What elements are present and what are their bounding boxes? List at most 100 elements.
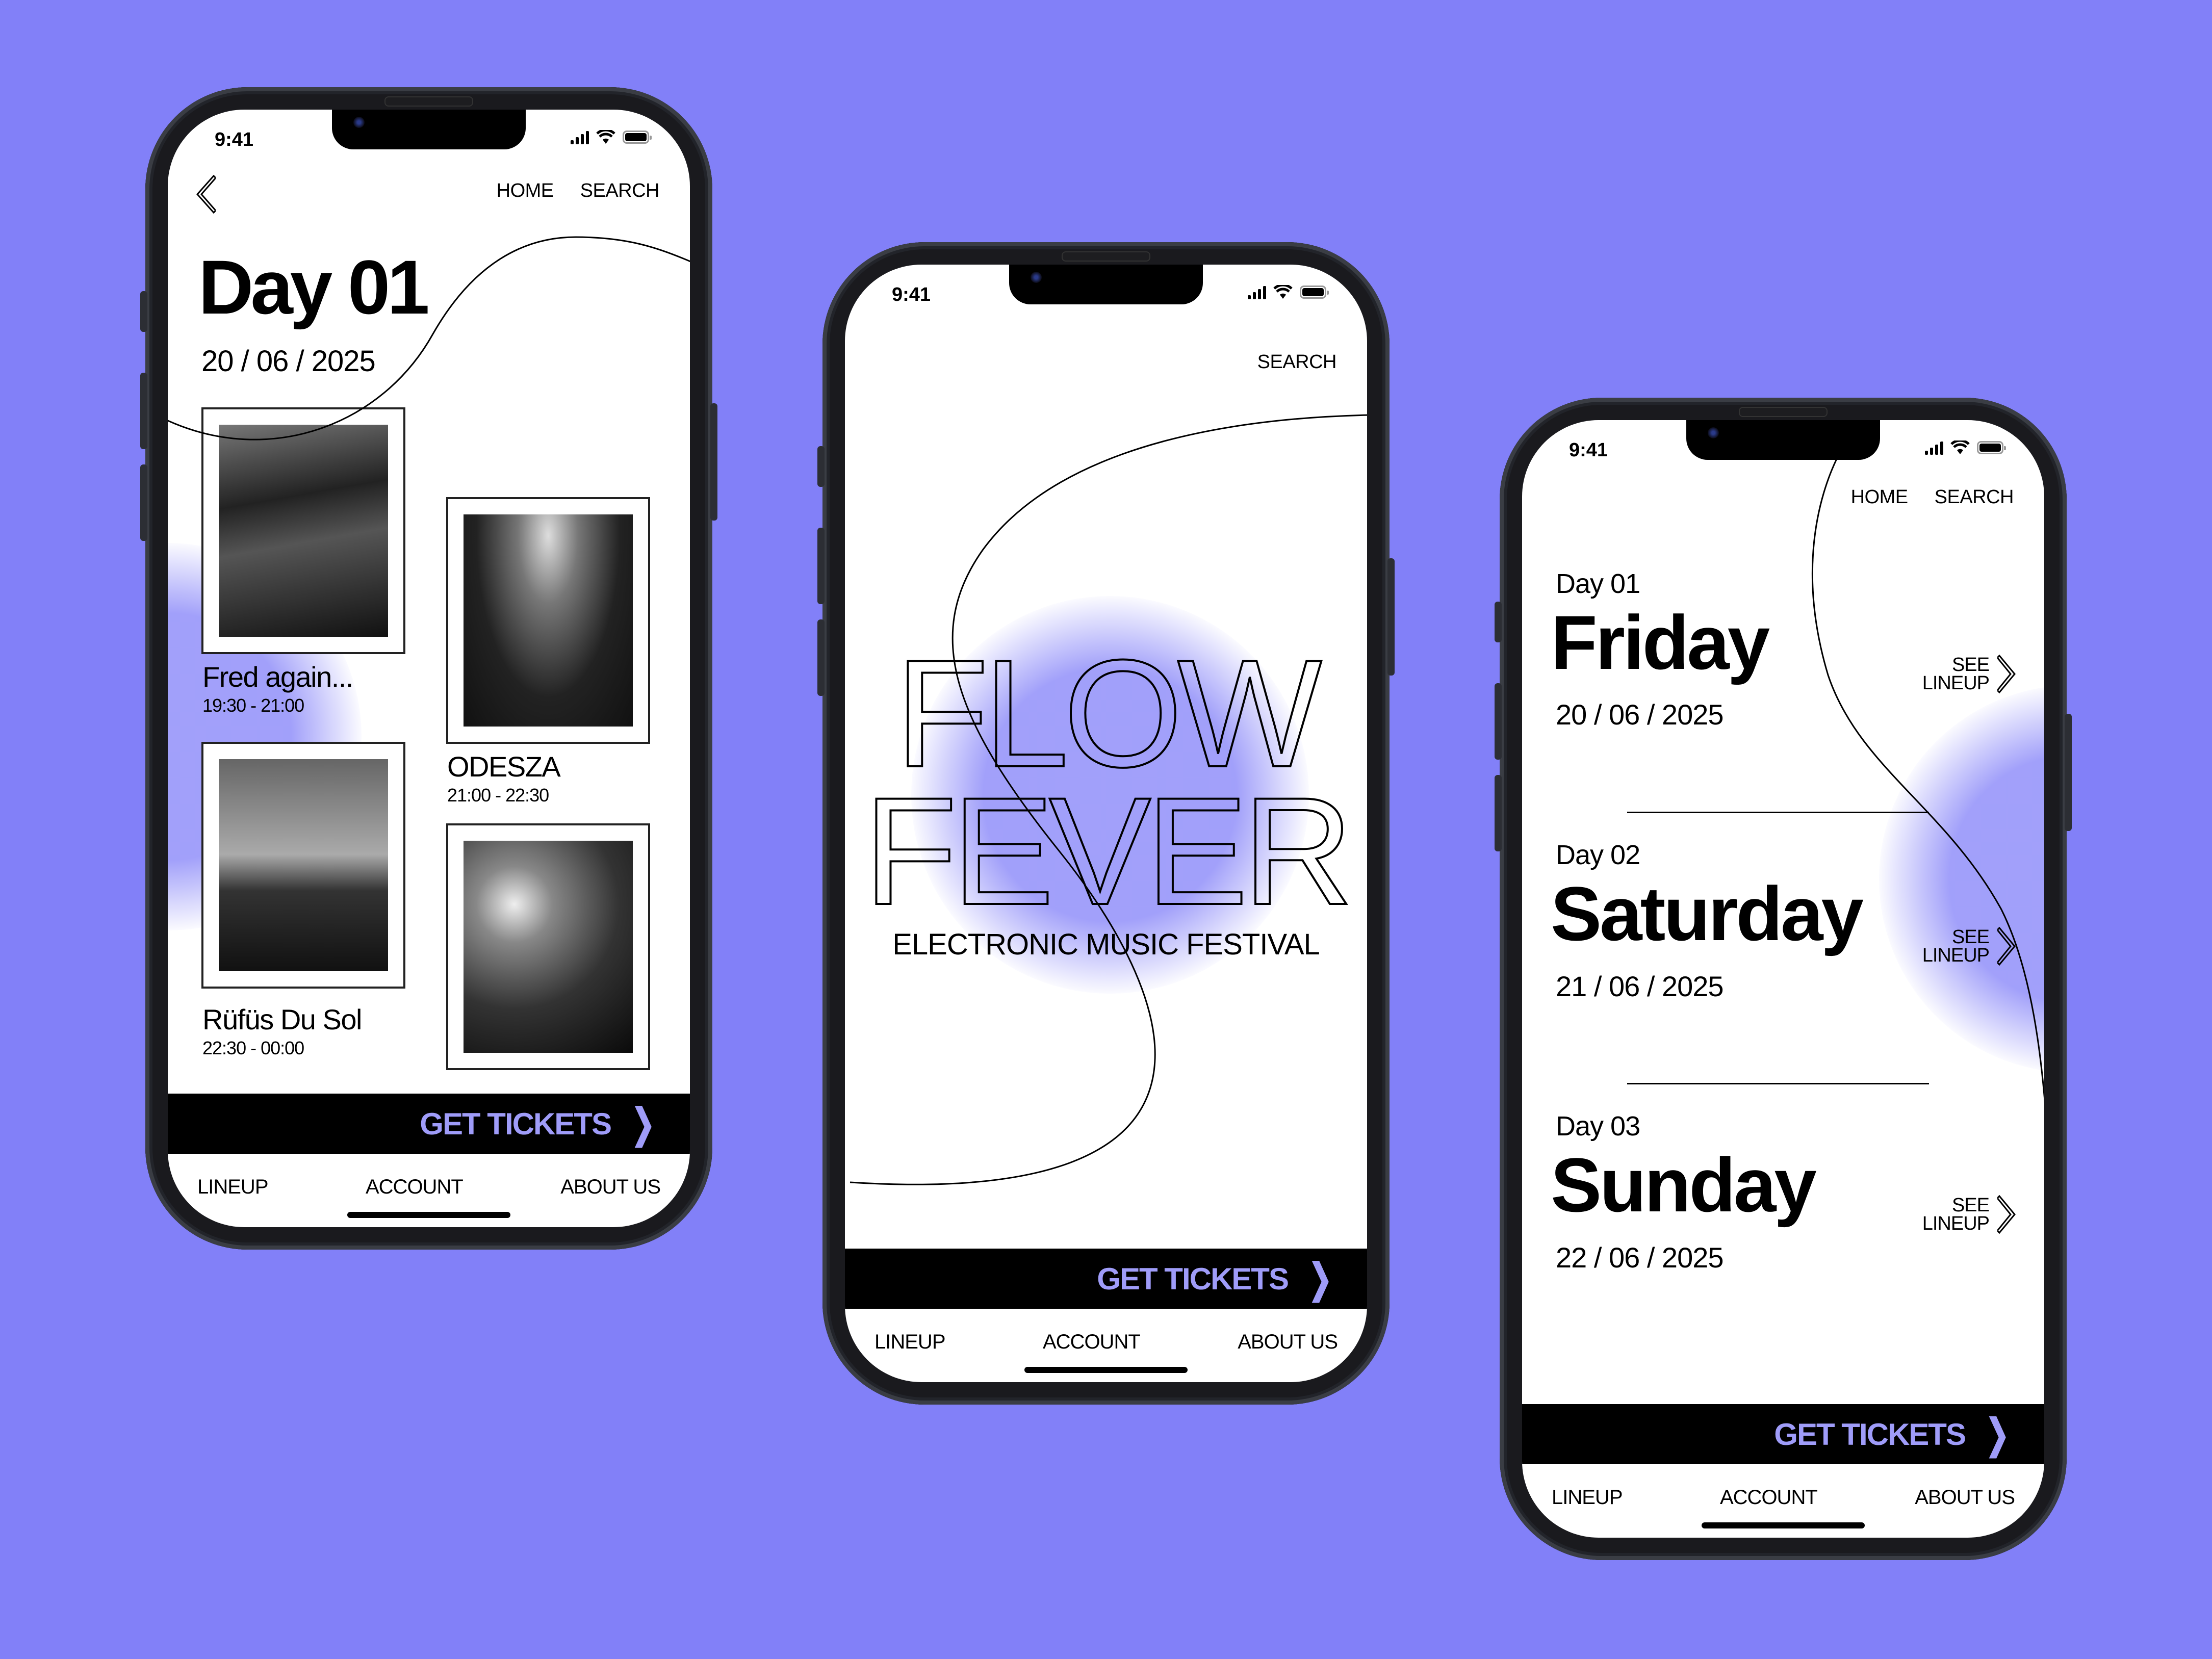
see-lineup-line2: LINEUP (1922, 1213, 1990, 1234)
status-time: 9:41 (1569, 439, 1608, 461)
artist-card[interactable] (201, 407, 405, 654)
battery-icon (623, 131, 652, 144)
day-label: Day 02 (1556, 840, 1640, 870)
see-lineup-link[interactable]: SEE LINEUP (1922, 655, 2016, 693)
get-tickets-label: GET TICKETS (420, 1106, 612, 1141)
artist-time: 21:00 - 22:30 (447, 785, 549, 806)
day-date: 21 / 06 / 2025 (1556, 970, 1724, 1002)
mute-switch (140, 291, 147, 332)
status-icons (571, 130, 652, 144)
home-indicator[interactable] (1702, 1522, 1865, 1528)
nav-about-us[interactable]: ABOUT US (560, 1176, 661, 1199)
wifi-icon (596, 130, 615, 144)
artist-card[interactable] (446, 823, 650, 1070)
power-button (710, 403, 717, 521)
get-tickets-label: GET TICKETS (1774, 1417, 1966, 1451)
power-button (2065, 714, 2072, 831)
volume-down-button (1495, 775, 1502, 851)
day-date: 22 / 06 / 2025 (1556, 1241, 1724, 1274)
home-indicator[interactable] (1024, 1367, 1188, 1373)
artist-photo (464, 841, 633, 1053)
bottom-nav: LINEUP ACCOUNT ABOUT US (845, 1309, 1367, 1375)
artist-photo (219, 759, 388, 971)
home-indicator[interactable] (347, 1212, 510, 1218)
nav-account[interactable]: ACCOUNT (1720, 1486, 1818, 1509)
volume-down-button (817, 619, 825, 696)
artist-photo (219, 425, 388, 637)
nav-search[interactable]: SEARCH (580, 180, 660, 202)
artist-card[interactable] (446, 497, 650, 744)
artist-name: ODESZA (447, 750, 561, 783)
status-icons (1248, 285, 1329, 299)
cellular-signal-icon (571, 130, 589, 144)
nav-home[interactable]: HOME (1851, 486, 1909, 508)
nav-lineup[interactable]: LINEUP (197, 1176, 268, 1199)
nav-about-us[interactable]: ABOUT US (1238, 1331, 1338, 1354)
wifi-icon (1950, 440, 1970, 454)
day-label: Day 03 (1556, 1111, 1640, 1142)
nav-account[interactable]: ACCOUNT (1043, 1331, 1141, 1354)
notch (1686, 420, 1880, 460)
page-title: Day 01 (198, 244, 430, 330)
nav-home[interactable]: HOME (497, 180, 554, 202)
volume-up-button (1495, 683, 1502, 760)
artist-name: Rüfüs Du Sol (202, 1003, 362, 1035)
day-name: Saturday (1551, 871, 1864, 956)
artist-time: 22:30 - 00:00 (202, 1038, 304, 1058)
camera (353, 117, 365, 128)
chevron-right-icon: ❯ (1308, 1256, 1332, 1301)
artist-photo (464, 514, 633, 727)
notch (332, 110, 526, 149)
phone-day-lineup: 9:41 HOME SEARCH Day 01 20 / 06 / 2025 F… (140, 87, 717, 1250)
nav-search[interactable]: SEARCH (1935, 486, 2014, 508)
battery-icon (1300, 286, 1329, 299)
bottom-nav: LINEUP ACCOUNT ABOUT US (168, 1154, 690, 1220)
wifi-icon (1273, 285, 1293, 299)
glow-blob (1879, 685, 2044, 1073)
mute-switch (817, 446, 825, 487)
notch (1009, 265, 1203, 304)
see-lineup-line1: SEE (1951, 926, 1990, 948)
screen: 9:41 SEARCH FLOW FEVER ELECTRONIC MUSIC … (845, 265, 1367, 1382)
volume-down-button (140, 464, 147, 541)
status-time: 9:41 (892, 284, 931, 305)
camera (1031, 272, 1042, 283)
mute-switch (1495, 602, 1502, 642)
get-tickets-label: GET TICKETS (1097, 1261, 1289, 1296)
volume-up-button (817, 528, 825, 604)
phone-days-list: 9:41 HOME SEARCH Day 01 Friday 20 / 06 /… (1495, 398, 2072, 1560)
see-lineup-line2: LINEUP (1922, 672, 1990, 694)
nav-search[interactable]: SEARCH (1257, 351, 1337, 373)
divider (1627, 812, 1929, 813)
chevron-left-icon[interactable] (195, 175, 216, 214)
see-lineup-link[interactable]: SEE LINEUP (1922, 1195, 2016, 1234)
day-label: Day 01 (1556, 568, 1640, 599)
page-date: 20 / 06 / 2025 (201, 345, 376, 378)
see-lineup-line2: LINEUP (1922, 945, 1990, 966)
top-nav: HOME SEARCH (497, 180, 660, 202)
cellular-signal-icon (1248, 285, 1266, 299)
bottom-nav: LINEUP ACCOUNT ABOUT US (1522, 1464, 2044, 1531)
volume-up-button (140, 373, 147, 449)
see-lineup-line1: SEE (1951, 1195, 1990, 1216)
see-lineup-link[interactable]: SEE LINEUP (1922, 927, 2016, 966)
get-tickets-button[interactable]: GET TICKETS ❯ (168, 1094, 690, 1154)
speaker (1062, 251, 1150, 262)
nav-account[interactable]: ACCOUNT (366, 1176, 464, 1199)
top-nav: HOME SEARCH (1851, 486, 2014, 508)
cellular-signal-icon (1925, 440, 1943, 455)
nav-lineup[interactable]: LINEUP (1552, 1486, 1623, 1509)
get-tickets-button[interactable]: GET TICKETS ❯ (1522, 1404, 2044, 1464)
screen: 9:41 HOME SEARCH Day 01 20 / 06 / 2025 F… (168, 110, 690, 1227)
speaker (1739, 407, 1828, 417)
nav-lineup[interactable]: LINEUP (874, 1331, 945, 1354)
chevron-right-icon (1997, 927, 2016, 966)
speaker (384, 96, 473, 107)
get-tickets-button[interactable]: GET TICKETS ❯ (845, 1249, 1367, 1309)
see-lineup-line1: SEE (1951, 654, 1990, 676)
festival-subtitle: ELECTRONIC MUSIC FESTIVAL (892, 928, 1320, 961)
screen: 9:41 HOME SEARCH Day 01 Friday 20 / 06 /… (1522, 420, 2044, 1538)
artist-card[interactable] (201, 742, 405, 989)
chevron-right-icon: ❯ (631, 1101, 655, 1146)
nav-about-us[interactable]: ABOUT US (1915, 1486, 2015, 1509)
